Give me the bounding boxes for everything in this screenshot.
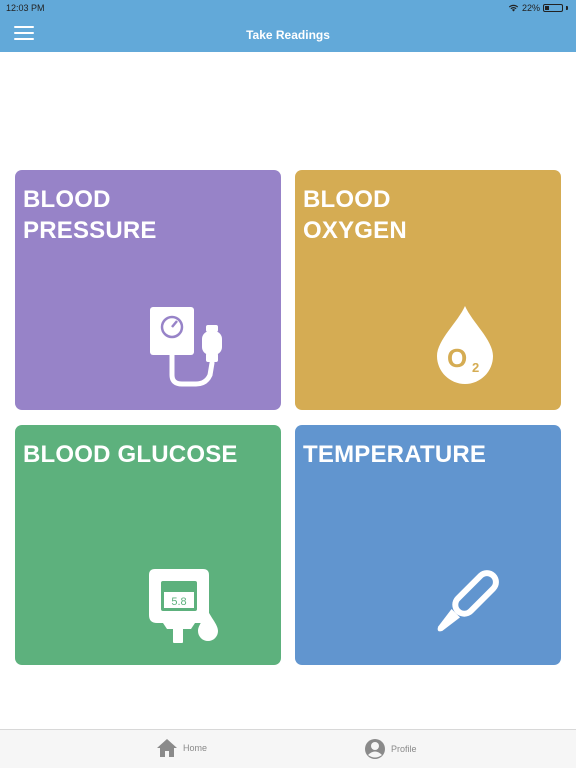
battery-tip xyxy=(566,6,568,10)
glucose-reading: 5.8 xyxy=(171,596,186,608)
wifi-icon xyxy=(508,4,519,12)
tab-home[interactable]: Home xyxy=(156,738,207,758)
home-icon xyxy=(157,739,177,757)
profile-icon xyxy=(365,739,385,759)
tab-profile-label: Profile xyxy=(391,744,417,754)
tile-label: BLOOD GLUCOSE xyxy=(23,441,238,468)
oxygen-drop-icon: O 2 xyxy=(437,306,493,384)
bottom-tab-bar: Home Profile xyxy=(0,729,576,768)
blood-pressure-monitor-icon xyxy=(150,307,222,387)
temperature-tile[interactable]: TEMPERATURE xyxy=(295,425,561,665)
tile-label: TEMPERATURE xyxy=(303,441,487,468)
tab-profile[interactable]: Profile xyxy=(364,738,417,760)
page-title: Take Readings xyxy=(246,28,330,42)
status-time: 12:03 PM xyxy=(6,3,45,13)
battery-icon xyxy=(543,4,563,12)
app-header: 12:03 PM 22% Take Readings xyxy=(0,0,576,52)
status-bar: 12:03 PM 22% xyxy=(0,0,576,16)
tile-label: BLOOD PRESSURE xyxy=(23,186,157,244)
blood-glucose-tile[interactable]: BLOOD GLUCOSE 5.8 xyxy=(15,425,281,665)
status-indicators: 22% xyxy=(508,3,568,13)
battery-percent: 22% xyxy=(521,3,540,13)
oxygen-symbol: O xyxy=(447,343,467,373)
blood-oxygen-tile[interactable]: BLOOD OXYGEN O 2 xyxy=(295,170,561,410)
tab-home-label: Home xyxy=(183,743,208,753)
tile-label: BLOOD OXYGEN xyxy=(303,186,407,244)
thermometer-icon xyxy=(437,570,499,632)
glucose-meter-icon: 5.8 xyxy=(149,569,218,643)
blood-pressure-tile[interactable]: BLOOD PRESSURE xyxy=(15,170,281,410)
oxygen-subscript: 2 xyxy=(472,360,479,375)
